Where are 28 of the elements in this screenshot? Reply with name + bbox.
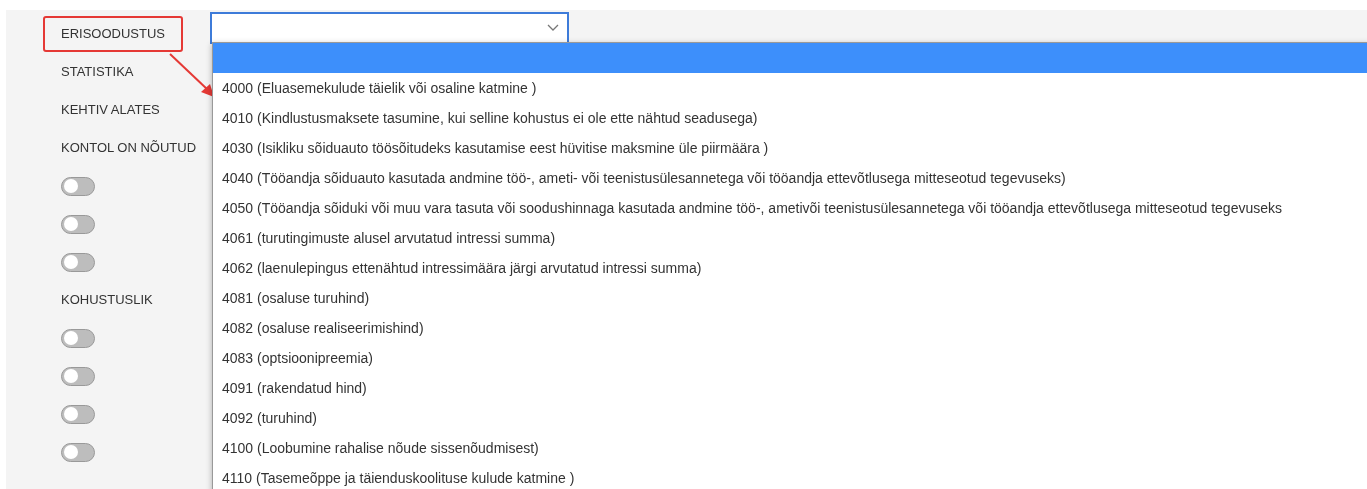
toggle-switch[interactable] bbox=[61, 366, 95, 386]
field-label: KONTOL ON NÕUTUD bbox=[60, 139, 198, 158]
toggle-switch[interactable] bbox=[61, 176, 95, 196]
dropdown-option[interactable]: 4030 (Isikliku sõiduauto töösõitudeks kasutamise eest hüvitise maksmine üle piirmäära ) bbox=[213, 133, 1367, 163]
toggle-switch[interactable] bbox=[61, 442, 95, 462]
toggle-switch[interactable] bbox=[61, 214, 95, 234]
dropdown-option[interactable]: 4100 (Loobumine rahalise nõude sissenõudmisest) bbox=[213, 433, 1367, 463]
dropdown-option[interactable]: 4062 (laenulepingus ettenähtud intressimäära järgi arvutatud intressi summa) bbox=[213, 253, 1367, 283]
dropdown-option[interactable]: 4040 (Tööandja sõiduauto kasutada andmine töö-, ameti- või teenistusülesannetega või tööandja ettevõtlusega mitteseotud tegevuseks) bbox=[213, 163, 1367, 193]
field-label: KEHTIV ALATES bbox=[60, 101, 161, 120]
toggle-switch[interactable] bbox=[61, 328, 95, 348]
toggle-switch[interactable] bbox=[61, 404, 95, 424]
select-field[interactable] bbox=[210, 12, 569, 44]
dropdown-option[interactable]: 4010 (Kindlustusmaksete tasumine, kui selline kohustus ei ole ette nähtud seadusega) bbox=[213, 103, 1367, 133]
chevron-down-icon bbox=[547, 24, 559, 32]
dropdown-option[interactable]: 4000 (Eluasemekulude täielik või osaline katmine ) bbox=[213, 73, 1367, 103]
dropdown-option[interactable]: 4061 (turutingimuste alusel arvutatud intressi summa) bbox=[213, 223, 1367, 253]
dropdown-option[interactable]: 4082 (osaluse realiseerimishind) bbox=[213, 313, 1367, 343]
dropdown-option[interactable]: 4091 (rakendatud hind) bbox=[213, 373, 1367, 403]
dropdown-option[interactable]: 4050 (Tööandja sõiduki või muu vara tasuta või soodushinnaga kasutada andmine töö-, ametivõi teenistusülesannetega või tööandja ettevõtlusega mitteseotud tegevuseks bbox=[213, 193, 1367, 223]
dropdown-option[interactable]: 4110 (Tasemeõppe ja täienduskoolituse kulude katmine ) bbox=[213, 463, 1367, 489]
toggle-switch[interactable] bbox=[61, 252, 95, 272]
field-label: KOHUSTUSLIK bbox=[60, 291, 154, 310]
dropdown-option[interactable]: 4092 (turuhind) bbox=[213, 403, 1367, 433]
field-label: STATISTIKA bbox=[60, 63, 135, 82]
dropdown-option[interactable]: 4081 (osaluse turuhind) bbox=[213, 283, 1367, 313]
dropdown-option[interactable]: 4083 (optsioonipreemia) bbox=[213, 343, 1367, 373]
field-label: ERISOODUSTUS bbox=[43, 16, 183, 52]
